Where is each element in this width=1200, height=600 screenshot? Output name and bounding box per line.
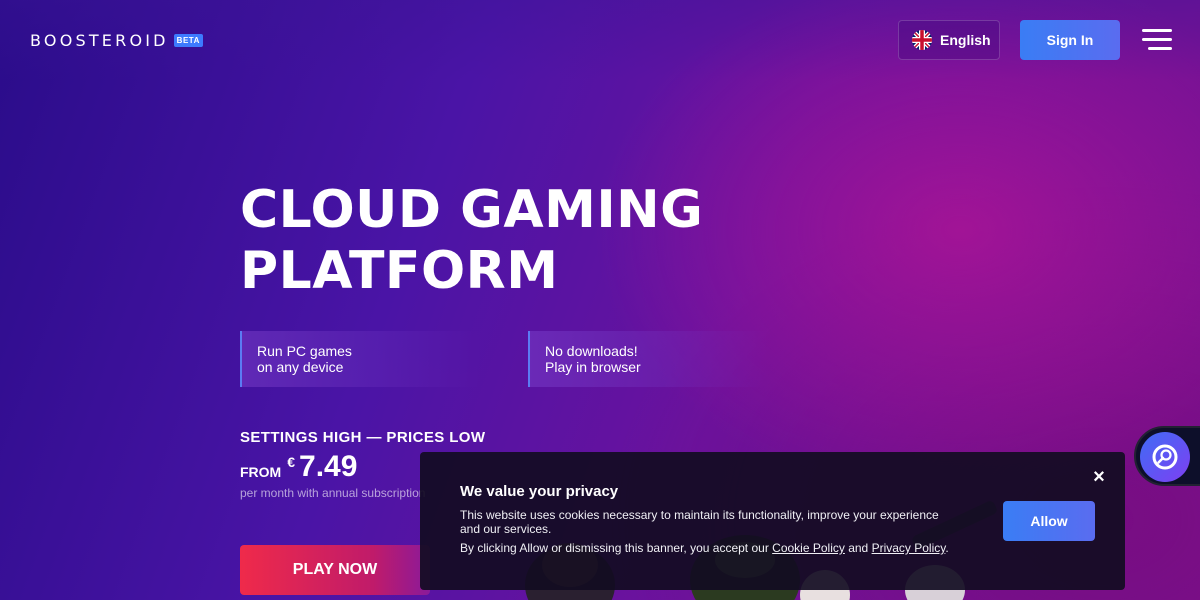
cookie-consent-banner: We value your privacy This website uses … (420, 452, 1125, 590)
price-from-label: FROM (240, 464, 282, 480)
sign-in-button[interactable]: Sign In (1020, 20, 1120, 60)
price-currency: € (287, 454, 296, 470)
play-now-button[interactable]: PLAY NOW (240, 545, 430, 595)
support-chat-icon[interactable] (1140, 432, 1190, 482)
site-header: BOOSTEROID BETA English Sign In (0, 0, 1200, 80)
cookie-banner-title: We value your privacy (460, 483, 619, 500)
feature-line: Play in browser (545, 359, 641, 375)
cookie-policy-link[interactable]: Cookie Policy (772, 541, 845, 555)
hero-title-line1: CLOUD GAMING (240, 180, 704, 240)
price-display: FROM € 7.49 (240, 451, 357, 483)
consent-and: and (844, 541, 872, 555)
consent-period: . (945, 541, 949, 555)
feature-line: Run PC games (257, 343, 352, 359)
cookie-banner-text: This website uses cookies necessary to m… (460, 508, 939, 536)
logo-text: BOOSTEROID (30, 30, 169, 50)
close-icon[interactable]: × (1088, 466, 1110, 488)
boosteroid-logo[interactable]: BOOSTEROID BETA (30, 30, 203, 50)
language-label: English (940, 32, 991, 48)
price-amount: 7.49 (299, 450, 358, 483)
support-chat-widget[interactable] (1134, 426, 1200, 486)
beta-badge: BETA (173, 33, 203, 47)
price-note: per month with annual subscription (240, 486, 426, 500)
pricing-tagline: SETTINGS HIGH — PRICES LOW (240, 429, 486, 446)
feature-line: No downloads! (545, 343, 638, 359)
hero-title-line2: PLATFORM (240, 241, 559, 301)
feature-run-pc-games: Run PC games on any device (240, 331, 480, 387)
cookie-consent-text: By clicking Allow or dismissing this ban… (460, 541, 980, 555)
hamburger-menu-icon[interactable] (1138, 27, 1172, 53)
privacy-policy-link[interactable]: Privacy Policy (872, 541, 946, 555)
allow-cookies-button[interactable]: Allow (1003, 501, 1095, 541)
consent-prefix: By clicking Allow or dismissing this ban… (460, 541, 773, 555)
hero-title: CLOUD GAMING PLATFORM (240, 180, 760, 302)
feature-no-downloads: No downloads! Play in browser (528, 331, 768, 387)
feature-line: on any device (257, 359, 344, 375)
language-selector[interactable]: English (898, 20, 1000, 60)
uk-flag-icon (912, 30, 932, 50)
